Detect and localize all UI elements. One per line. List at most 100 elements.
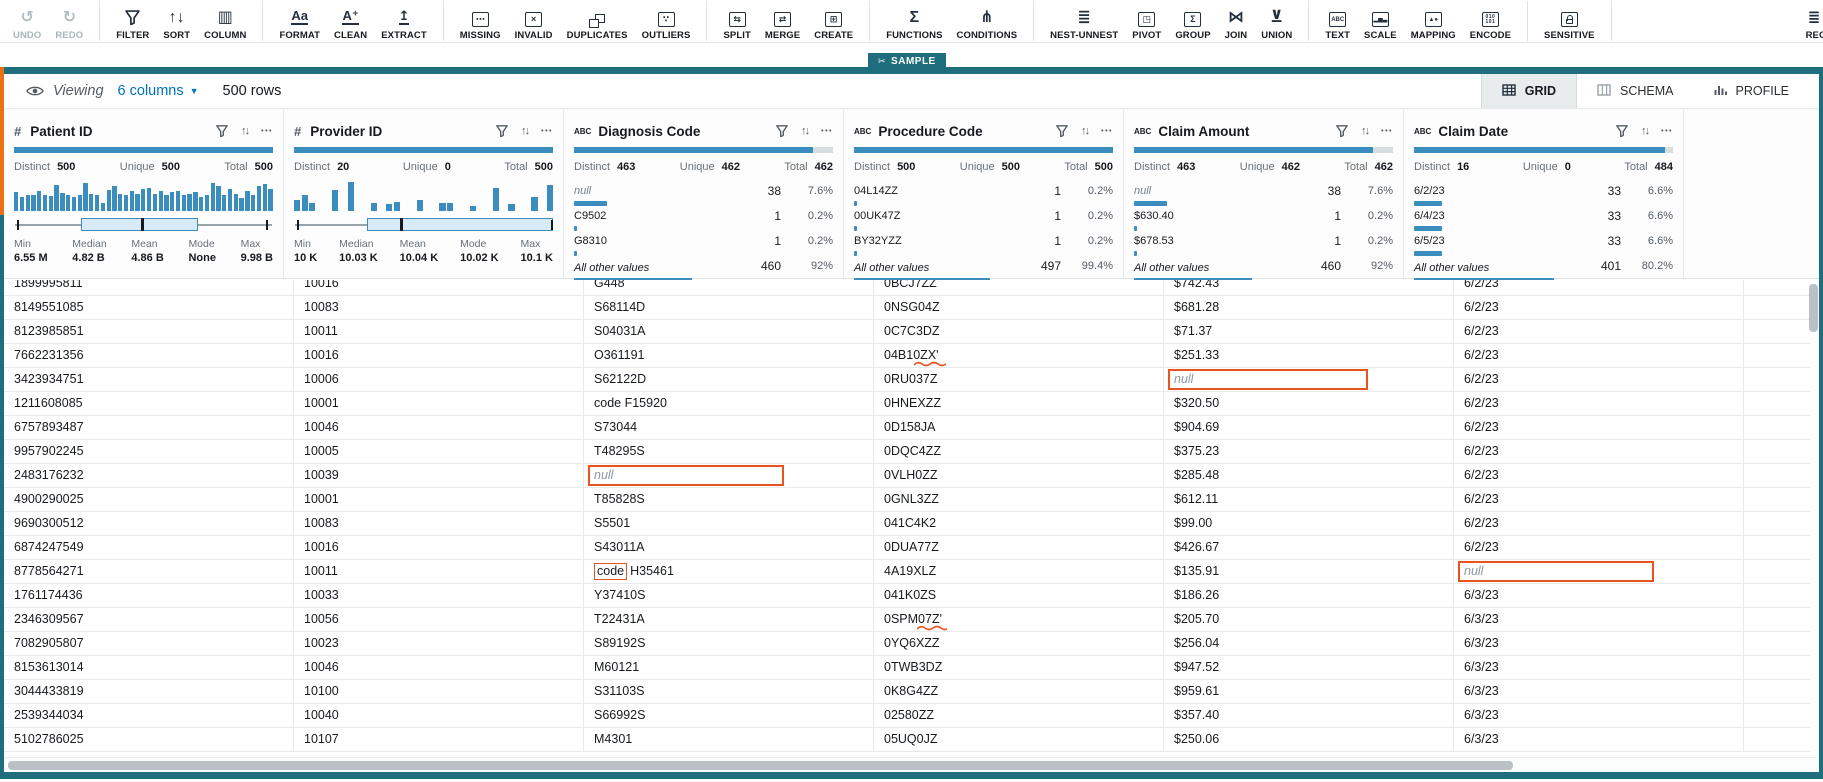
toolbar-text[interactable]: ABCTEXT xyxy=(1318,1,1357,41)
cell-diagnosis[interactable]: M4301 xyxy=(584,728,874,751)
cell-date[interactable]: 6/2/23 xyxy=(1454,392,1744,415)
cell-provider[interactable]: 10033 xyxy=(294,584,584,607)
cell-date[interactable]: 6/2/23 xyxy=(1454,368,1744,391)
cell-amount[interactable]: $375.23 xyxy=(1164,440,1454,463)
cell-diagnosis[interactable]: Y37410S xyxy=(584,584,874,607)
cell-patient[interactable]: 8149551085 xyxy=(4,296,294,319)
cell-procedure[interactable]: 0K8G4ZZ xyxy=(874,680,1164,703)
cell-procedure[interactable]: 05UQ0JZ xyxy=(874,728,1164,751)
cell-diagnosis[interactable]: S62122D xyxy=(584,368,874,391)
cell-amount[interactable]: $612.11 xyxy=(1164,488,1454,511)
cell-provider[interactable]: 10016 xyxy=(294,280,584,295)
cell-amount[interactable]: $205.70 xyxy=(1164,608,1454,631)
cell-diagnosis[interactable]: S89192S xyxy=(584,632,874,655)
toolbar-nest-unnest[interactable]: ≣NEST-UNNEST xyxy=(1043,1,1125,41)
cell-patient[interactable]: 6874247549 xyxy=(4,536,294,559)
cell-diagnosis[interactable]: T85828S xyxy=(584,488,874,511)
cell-date[interactable]: 6/3/23 xyxy=(1454,728,1744,751)
cell-provider[interactable]: 10083 xyxy=(294,296,584,319)
cell-date[interactable]: 6/2/23 xyxy=(1454,344,1744,367)
cell-patient[interactable]: 1899995811 xyxy=(4,280,294,295)
cell-provider[interactable]: 10039 xyxy=(294,464,584,487)
sort-icon[interactable]: ↑↓ xyxy=(801,125,808,137)
cell-date[interactable]: 6/2/23 xyxy=(1454,536,1744,559)
cell-patient[interactable]: 8153613014 xyxy=(4,656,294,679)
cell-amount[interactable]: $99.00 xyxy=(1164,512,1454,535)
sort-icon[interactable]: ↑↓ xyxy=(1081,125,1088,137)
cell-patient[interactable]: 3044433819 xyxy=(4,680,294,703)
cell-procedure[interactable]: 0VLH0ZZ xyxy=(874,464,1164,487)
more-options-icon[interactable]: ••• xyxy=(1661,128,1673,135)
cell-patient[interactable]: 2539344034 xyxy=(4,704,294,727)
cell-procedure[interactable]: 0HNEXZZ xyxy=(874,392,1164,415)
vertical-scrollbar[interactable] xyxy=(1809,284,1818,332)
cell-procedure[interactable]: 4A19XLZ xyxy=(874,560,1164,583)
cell-patient[interactable]: 7662231356 xyxy=(4,344,294,367)
cell-provider[interactable]: 10005 xyxy=(294,440,584,463)
cell-diagnosis[interactable]: S73044 xyxy=(584,416,874,439)
cell-diagnosis[interactable]: M60121 xyxy=(584,656,874,679)
toolbar-column[interactable]: ▥COLUMN xyxy=(197,1,253,41)
cell-patient[interactable]: 2483176232 xyxy=(4,464,294,487)
filter-icon[interactable] xyxy=(216,125,228,137)
cell-amount[interactable]: $71.37 xyxy=(1164,320,1454,343)
cell-procedure[interactable]: 04B10ZX' xyxy=(874,344,1164,367)
filter-icon[interactable] xyxy=(496,125,508,137)
cell-procedure[interactable]: 0NSG04Z xyxy=(874,296,1164,319)
cell-date[interactable]: 6/3/23 xyxy=(1454,680,1744,703)
cell-procedure[interactable]: 0GNL3ZZ xyxy=(874,488,1164,511)
cell-patient[interactable]: 7082905807 xyxy=(4,632,294,655)
cell-provider[interactable]: 10001 xyxy=(294,488,584,511)
toolbar-recipe[interactable]: ≣ 0 RECIPE xyxy=(1799,1,1823,41)
toolbar-union[interactable]: ⊻UNION xyxy=(1254,1,1299,41)
cell-date[interactable]: 6/3/23 xyxy=(1454,584,1744,607)
cell-amount[interactable]: $285.48 xyxy=(1164,464,1454,487)
cell-diagnosis[interactable]: S43011A xyxy=(584,536,874,559)
cell-procedure[interactable]: 02580ZZ xyxy=(874,704,1164,727)
cell-patient[interactable]: 8778564271 xyxy=(4,560,294,583)
columns-dropdown[interactable]: 6 columns ▼ xyxy=(118,83,199,99)
cell-procedure[interactable]: 0TWB3DZ xyxy=(874,656,1164,679)
more-options-icon[interactable]: ••• xyxy=(1381,128,1393,135)
toolbar-functions[interactable]: ΣFUNCTIONS xyxy=(879,1,949,41)
cell-provider[interactable]: 10056 xyxy=(294,608,584,631)
cell-procedure[interactable]: 0D158JA xyxy=(874,416,1164,439)
cell-diagnosis[interactable]: T22431A xyxy=(584,608,874,631)
cell-date[interactable]: 6/2/23 xyxy=(1454,464,1744,487)
cell-amount[interactable]: $320.50 xyxy=(1164,392,1454,415)
sort-icon[interactable]: ↑↓ xyxy=(1361,125,1368,137)
toolbar-split[interactable]: ⇆SPLIT xyxy=(716,1,757,41)
cell-amount[interactable]: $904.69 xyxy=(1164,416,1454,439)
cell-patient[interactable]: 2346309567 xyxy=(4,608,294,631)
more-options-icon[interactable]: ••• xyxy=(541,128,553,135)
cell-diagnosis[interactable]: S68114D xyxy=(584,296,874,319)
cell-amount[interactable]: $947.52 xyxy=(1164,656,1454,679)
cell-provider[interactable]: 10016 xyxy=(294,536,584,559)
cell-amount[interactable]: $742.43 xyxy=(1164,280,1454,295)
cell-date[interactable]: 6/2/23 xyxy=(1454,416,1744,439)
range-slider[interactable] xyxy=(294,217,553,233)
cell-diagnosis[interactable]: S5501 xyxy=(584,512,874,535)
cell-diagnosis[interactable]: G448 xyxy=(584,280,874,295)
cell-date[interactable]: 6/3/23 xyxy=(1454,656,1744,679)
toolbar-invalid[interactable]: ×INVALID xyxy=(508,1,560,41)
cell-diagnosis[interactable]: S31103S xyxy=(584,680,874,703)
cell-patient[interactable]: 3423934751 xyxy=(4,368,294,391)
cell-patient[interactable]: 9957902245 xyxy=(4,440,294,463)
cell-provider[interactable]: 10083 xyxy=(294,512,584,535)
sort-icon[interactable]: ↑↓ xyxy=(1641,125,1648,137)
cell-amount[interactable]: null xyxy=(1164,368,1454,391)
cell-provider[interactable]: 10046 xyxy=(294,656,584,679)
toolbar-encode[interactable]: 010101ENCODE xyxy=(1463,1,1518,41)
toolbar-clean[interactable]: A⁺CLEAN xyxy=(327,1,374,41)
cell-date[interactable]: 6/2/23 xyxy=(1454,488,1744,511)
filter-icon[interactable] xyxy=(776,125,788,137)
toolbar-conditions[interactable]: ⋔CONDITIONS xyxy=(950,1,1025,41)
toolbar-outliers[interactable]: ∵OUTLIERS xyxy=(635,1,698,41)
cell-provider[interactable]: 10107 xyxy=(294,728,584,751)
cell-date[interactable]: 6/2/23 xyxy=(1454,280,1744,295)
toolbar-group[interactable]: ΣGROUP xyxy=(1168,1,1217,41)
horizontal-scrollbar[interactable] xyxy=(8,761,1513,770)
cell-diagnosis[interactable]: code F15920 xyxy=(584,392,874,415)
cell-provider[interactable]: 10023 xyxy=(294,632,584,655)
